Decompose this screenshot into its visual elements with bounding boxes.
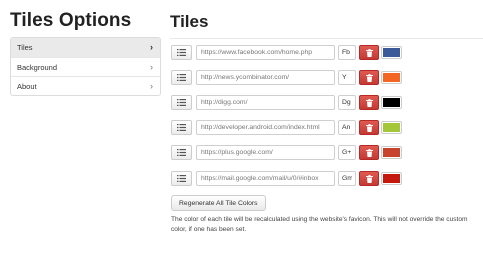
tile-color-swatch[interactable]	[381, 172, 402, 185]
chevron-right-icon: ›	[150, 80, 153, 91]
trash-icon[interactable]	[359, 95, 379, 110]
sidebar: Tiles › Background › About ›	[10, 37, 161, 96]
list-icon[interactable]	[171, 45, 192, 60]
tile-abbr-input[interactable]	[338, 120, 356, 135]
tile-abbr-input[interactable]	[338, 45, 356, 60]
tile-color-swatch[interactable]	[381, 96, 402, 109]
tile-row	[171, 171, 402, 186]
chevron-right-icon: ›	[150, 42, 153, 52]
trash-icon[interactable]	[359, 70, 379, 85]
tile-row	[171, 95, 402, 110]
trash-icon[interactable]	[359, 145, 379, 160]
tile-color-swatch[interactable]	[381, 46, 402, 59]
page-title: Tiles	[170, 12, 209, 31]
tile-color-fill	[383, 174, 400, 183]
chevron-right-icon: ›	[150, 61, 153, 72]
list-icon[interactable]	[171, 120, 192, 135]
list-icon[interactable]	[171, 70, 192, 85]
sidebar-item-tiles[interactable]: Tiles ›	[11, 38, 160, 57]
tile-abbr-input[interactable]	[338, 145, 356, 160]
sidebar-item-label: About	[17, 81, 37, 91]
tile-color-fill	[383, 148, 400, 157]
tile-color-fill	[383, 98, 400, 107]
help-text: The color of each tile will be recalcula…	[171, 216, 468, 233]
tile-url-input[interactable]	[196, 120, 335, 135]
tile-row	[171, 45, 402, 60]
tile-row	[171, 120, 402, 135]
tile-url-input[interactable]	[196, 70, 335, 85]
title-divider	[170, 38, 483, 39]
tile-abbr-input[interactable]	[338, 171, 356, 186]
tile-url-input[interactable]	[196, 95, 335, 110]
tile-row	[171, 70, 402, 85]
tile-color-swatch[interactable]	[381, 121, 402, 134]
list-icon[interactable]	[171, 171, 192, 186]
tile-abbr-input[interactable]	[338, 95, 356, 110]
sidebar-item-label: Background	[17, 62, 58, 72]
tile-abbr-input[interactable]	[338, 70, 356, 85]
sidebar-item-about[interactable]: About ›	[11, 76, 160, 95]
tile-color-fill	[383, 48, 400, 57]
trash-icon[interactable]	[359, 120, 379, 135]
tile-url-input[interactable]	[196, 171, 335, 186]
tile-color-fill	[383, 123, 400, 132]
trash-icon[interactable]	[359, 171, 379, 186]
tile-url-input[interactable]	[196, 145, 335, 160]
regenerate-colors-button[interactable]: Regenerate All Tile Colors	[171, 195, 266, 211]
tile-color-fill	[383, 73, 400, 82]
sidebar-item-background[interactable]: Background ›	[11, 57, 160, 76]
sidebar-item-label: Tiles	[17, 43, 33, 52]
list-icon[interactable]	[171, 145, 192, 160]
tile-row	[171, 145, 402, 160]
trash-icon[interactable]	[359, 45, 379, 60]
tile-color-swatch[interactable]	[381, 146, 402, 159]
app-title: Tiles Options	[10, 10, 132, 31]
tile-url-input[interactable]	[196, 45, 335, 60]
list-icon[interactable]	[171, 95, 192, 110]
tile-color-swatch[interactable]	[381, 71, 402, 84]
